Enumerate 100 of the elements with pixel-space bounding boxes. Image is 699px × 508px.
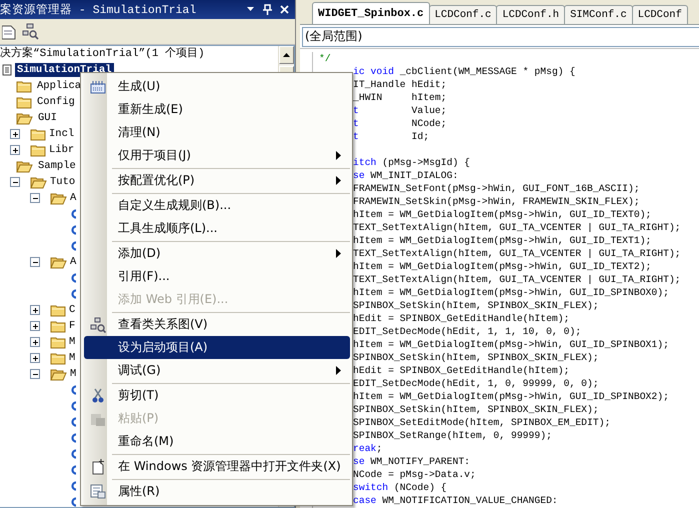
build-icon — [90, 80, 106, 94]
menu-item[interactable]: 在 Windows 资源管理器中打开文件夹(X) — [84, 455, 350, 478]
tree-item[interactable]: F — [67, 319, 78, 333]
folder-icon — [16, 96, 32, 108]
code-line: reak; — [353, 443, 382, 454]
properties-icon[interactable] — [2, 24, 16, 40]
code-line: SPINBOX_SetEditMode(hItem, SPINBOX_EM_EDIT); — [353, 417, 610, 428]
up-arrow-icon — [283, 53, 290, 57]
pin-icon[interactable] — [263, 4, 272, 15]
tree-item[interactable]: Tuto — [48, 175, 78, 189]
tree-item[interactable]: A — [68, 191, 78, 205]
code-line: _HWIN hItem; — [353, 92, 447, 103]
collapse-icon[interactable] — [10, 177, 20, 187]
menu-item[interactable]: 自定义生成规则(B)... — [84, 194, 350, 217]
code-line: hEdit = SPINBOX_GetEditHandle(hItem); — [353, 313, 570, 324]
file-tab[interactable]: LCDConf — [632, 5, 688, 24]
code-line: SPINBOX_SetSkin(hItem, SPINBOX_SKIN_FLEX); — [353, 404, 599, 415]
document-icon — [92, 458, 104, 474]
tree-item[interactable]: M — [67, 335, 78, 349]
class-diagram-icon[interactable] — [22, 23, 39, 40]
collapse-icon[interactable] — [30, 257, 40, 267]
scroll-up-button[interactable] — [279, 46, 294, 64]
menu-item[interactable]: 引用(F)... — [84, 265, 350, 288]
tree-item[interactable]: M — [67, 351, 78, 365]
tree-item[interactable]: A — [68, 255, 78, 269]
tree-item[interactable]: M — [68, 367, 78, 381]
scissors-icon — [92, 388, 104, 404]
tree-item[interactable]: Incl — [47, 127, 76, 141]
expand-icon[interactable] — [30, 353, 40, 363]
code-line: EDIT_SetDecMode(hEdit, 1, 1, 10, 0, 0); — [353, 326, 582, 337]
tree-item[interactable]: GUI — [36, 111, 59, 125]
code-line: t Value; — [353, 105, 447, 116]
menu-item[interactable]: 剪切(T) — [84, 384, 350, 407]
code-line: SPINBOX_SetSkin(hItem, SPINBOX_SKIN_FLEX); — [353, 300, 599, 311]
code-line: TEXT_SetTextAlign(hItem, GUI_TA_VCENTER | GUI_TA_RIGHT); — [353, 248, 681, 259]
code-line: t NCode; — [353, 118, 447, 129]
code-line: IT_Handle hEdit; — [353, 79, 447, 90]
code-line: TEXT_SetTextAlign(hItem, GUI_TA_VCENTER | GUI_TA_RIGHT); — [353, 222, 681, 233]
c-file-icon — [70, 288, 77, 300]
menu-item[interactable]: 仅用于项目(J) — [84, 144, 350, 167]
menu-item[interactable]: 重新生成(E) — [84, 98, 350, 121]
tree-item[interactable]: Applica — [35, 79, 84, 93]
menu-item[interactable]: 属性(R) — [84, 480, 350, 503]
file-tab[interactable]: WIDGET_Spinbox.c — [312, 2, 430, 24]
expand-icon[interactable] — [10, 145, 20, 155]
dropdown-icon[interactable] — [246, 7, 255, 12]
open-folder-icon — [30, 176, 47, 188]
menu-item[interactable]: 添加(D) — [84, 242, 350, 265]
c-file-icon — [70, 464, 77, 476]
open-folder-icon — [50, 368, 67, 380]
c-file-icon — [70, 448, 77, 460]
open-folder-icon — [50, 256, 67, 268]
code-line: hItem = WM_GetDialogItem(pMsg->hWin, GUI_ID_TEXT0); — [353, 209, 652, 220]
tree-item[interactable]: Config — [35, 95, 77, 109]
expand-icon[interactable] — [30, 321, 40, 331]
tree-item[interactable]: C — [67, 303, 78, 317]
menu-item[interactable]: 生成(U) — [84, 75, 350, 98]
folder-icon — [50, 304, 66, 316]
menu-item[interactable]: 重命名(M) — [84, 430, 350, 453]
c-file-icon — [70, 496, 77, 507]
clipboard-icon — [90, 412, 106, 426]
close-icon[interactable] — [280, 5, 289, 14]
menu-item[interactable]: 查看类关系图(V) — [84, 313, 350, 336]
menu-item[interactable]: 清理(N) — [84, 121, 350, 144]
menu-item[interactable]: 按配置优化(P) — [84, 169, 350, 192]
code-line: SPINBOX_SetRange(hItem, 0, 99999); — [353, 430, 552, 441]
code-line: FRAMEWIN_SetSkin(pMsg->hWin, FRAMEWIN_SKIN_FLEX); — [353, 196, 640, 207]
menu-item[interactable]: 工具生成顺序(L)... — [84, 217, 350, 240]
code-line: TEXT_SetTextAlign(hItem, GUI_TA_VCENTER | GUI_TA_RIGHT); — [353, 274, 681, 285]
file-tab[interactable]: LCDConf.c — [428, 5, 498, 24]
menu-item[interactable]: 调试(G) — [84, 359, 350, 382]
expand-icon[interactable] — [30, 305, 40, 315]
code-line: SPINBOX_SetSkin(hItem, SPINBOX_SKIN_FLEX); — [353, 352, 599, 363]
solution-label[interactable]: 决方案“SimulationTrial”(1 个项目) — [0, 46, 278, 62]
expand-icon[interactable] — [10, 129, 20, 139]
folder-icon — [30, 144, 46, 156]
scope-dropdown[interactable]: (全局范围) — [302, 26, 699, 46]
c-file-icon — [70, 480, 77, 492]
code-line: se WM_INIT_DIALOG: — [353, 170, 458, 181]
tree-item[interactable]: Libr — [47, 143, 76, 157]
c-file-icon — [70, 384, 77, 396]
code-line: switch (NCode) { — [353, 482, 447, 493]
menu-item[interactable]: 设为启动项目(A) — [84, 336, 350, 359]
c-file-icon — [70, 240, 77, 252]
code-line: EDIT_SetDecMode(hEdit, 1, 0, 99999, 0, 0); — [353, 378, 599, 389]
expand-icon[interactable] — [30, 337, 40, 347]
code-line: itch (pMsg->MsgId) { — [353, 157, 470, 168]
c-file-icon — [70, 208, 77, 220]
file-tab[interactable]: LCDConf.h — [496, 5, 566, 24]
folder-icon — [50, 320, 66, 332]
collapse-icon[interactable] — [30, 369, 40, 379]
code-line: hItem = WM_GetDialogItem(pMsg->hWin, GUI_ID_SPINBOX0); — [353, 287, 669, 298]
code-line: case WM_NOTIFICATION_VALUE_CHANGED: — [353, 495, 558, 506]
code-comment: */ — [319, 53, 331, 64]
code-line: se WM_NOTIFY_PARENT: — [353, 456, 470, 467]
c-file-icon — [70, 272, 77, 284]
collapse-icon[interactable] — [30, 193, 40, 203]
code-line: FRAMEWIN_SetFont(pMsg->hWin, GUI_FONT_16B_ASCII); — [353, 183, 640, 194]
tree-item[interactable]: Sample — [36, 159, 78, 173]
file-tab[interactable]: SIMConf.c — [564, 5, 633, 24]
